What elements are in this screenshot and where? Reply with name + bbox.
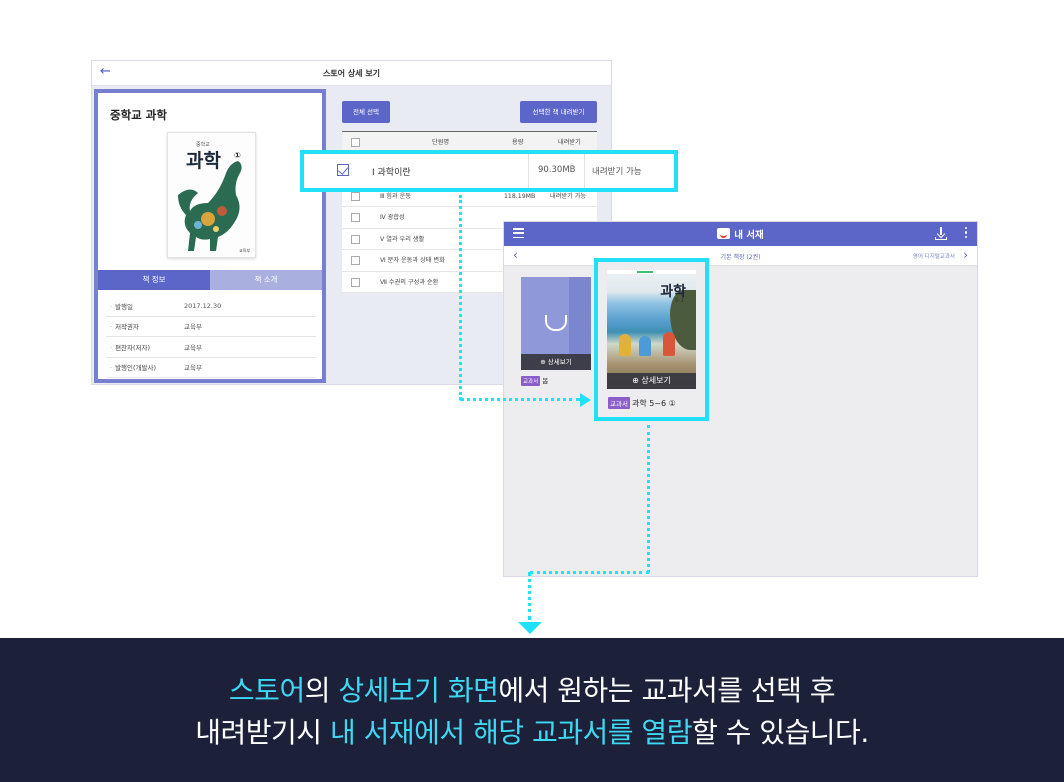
unit-name: Ⅶ 수권의 구성과 순환 — [380, 278, 439, 286]
caption-highlight: 스토어 — [228, 674, 305, 707]
book-caption: 교과서 과학 5~6 ① — [608, 397, 676, 409]
library-header: 내 서재 — [504, 222, 977, 246]
tutorial-stage: ← 스토어 상세 보기 중학교 과학 중학교 과학 ① 교육부 책 정보 책 소… — [0, 0, 1064, 782]
store-header: ← 스토어 상세 보기 — [92, 61, 611, 86]
info-value: 2017.12.30 — [184, 301, 222, 310]
info-row: 저작권자 교육부 — [106, 317, 316, 337]
arrow-right-icon — [580, 393, 591, 407]
unit-name: Ⅳ 광합성 — [380, 214, 405, 221]
caption-text: 에서 원하는 교과서를 선택 후 — [498, 674, 836, 707]
shelf-label: 기본 책장 (2권) — [720, 254, 761, 261]
tab-book-intro[interactable]: 책 소개 — [210, 270, 322, 290]
book-title: 중학교 과학 — [110, 108, 167, 122]
textbook-badge: 교과서 — [608, 397, 630, 409]
arrow-down-icon — [518, 622, 542, 634]
cover-publisher: 교육부 — [238, 248, 250, 253]
info-label: 편찬자(저자) — [106, 342, 184, 352]
row-checkbox[interactable] — [351, 213, 360, 222]
caption-line-2: 내려받기시 내 서재에서 해당 교과서를 열람할 수 있습니다. — [0, 711, 1064, 751]
connector-line — [530, 571, 649, 574]
book-caption: 교과서 봄 — [521, 375, 548, 386]
info-label: 발행인(개발사) — [106, 362, 184, 372]
row-checkbox[interactable] — [351, 234, 360, 244]
info-value: 교육부 — [184, 323, 202, 332]
book-cover-image: 중학교 과학 ① 교육부 — [167, 132, 256, 258]
downloaded-book-highlight[interactable]: 과학 5-1 ⊕ 상세보기 교과서 과학 5~6 ① — [594, 258, 709, 421]
checked-checkbox-icon[interactable] — [337, 164, 349, 176]
unit-name: Ⅴ 열과 우리 생활 — [380, 235, 425, 243]
book-title: 봄 — [542, 377, 549, 385]
library-title-text: 내 서재 — [734, 230, 764, 241]
book-info-list: 발행일 2017.12.30 저작권자 교육부 편찬자(저자) 교육부 발행인(… — [106, 296, 316, 378]
header-checkbox[interactable] — [351, 138, 360, 147]
dinosaur-illustration — [178, 161, 242, 251]
book-spring[interactable]: ⊕ 상세보기 — [521, 277, 591, 370]
library-title: 내 서재 — [504, 227, 977, 241]
next-shelf-icon[interactable]: › — [963, 248, 968, 262]
download-tray-icon — [935, 237, 947, 240]
more-options-icon[interactable] — [965, 227, 968, 240]
row-checkbox[interactable] — [351, 277, 360, 287]
connector-line — [647, 425, 650, 573]
row-checkbox[interactable] — [351, 191, 360, 201]
caption-highlight: 상세보기 화면 — [338, 674, 499, 707]
unit-name: Ⅵ 분자 운동과 상태 변화 — [380, 257, 445, 264]
caption-text: 내려받기시 — [195, 716, 330, 749]
caption-line-1: 스토어의 상세보기 화면에서 원하는 교과서를 선택 후 — [0, 669, 1064, 709]
select-all-button[interactable]: 전체 선택 — [342, 101, 390, 123]
caption-text: 의 — [304, 674, 339, 707]
info-row: 발행인(개발사) 교육부 — [106, 358, 316, 378]
library-logo-icon — [717, 228, 731, 239]
info-row: 발행일 2017.12.30 — [106, 296, 316, 317]
book-tabs: 책 정보 책 소개 — [98, 270, 322, 290]
detail-view-button[interactable]: ⊕ 상세보기 — [521, 354, 591, 370]
english-textbook-link[interactable]: 영어 디지털교과서 — [913, 252, 955, 260]
caption-text: 할 수 있습니다. — [691, 716, 869, 749]
book-info-card: 중학교 과학 중학교 과학 ① 교육부 책 정보 책 소개 · 발행일 2017… — [94, 89, 326, 383]
detail-view-button[interactable]: ⊕ 상세보기 — [607, 373, 696, 389]
info-label: 발행일 — [106, 301, 184, 311]
tab-book-info[interactable]: 책 정보 — [98, 270, 210, 290]
connector-line — [459, 195, 462, 400]
selected-unit-row[interactable]: Ⅰ 과학이란 90.30MB 내려받기 가능 — [300, 150, 678, 192]
unit-size: 90.30MB — [538, 165, 576, 175]
info-value: 교육부 — [184, 364, 202, 373]
connector-line — [460, 398, 580, 401]
unit-name: Ⅰ 과학이란 — [372, 168, 411, 178]
shelf-bar: ‹ 기본 책장 (2권) 영어 디지털교과서 › — [504, 246, 977, 266]
info-label: 저작권자 — [106, 321, 184, 331]
unit-status: 내려받기 가능 — [592, 167, 642, 177]
connector-line — [528, 572, 531, 620]
placeholder-logo-icon — [545, 315, 567, 331]
info-row: 편찬자(저자) 교육부 — [106, 337, 316, 358]
info-value: 교육부 — [184, 343, 202, 352]
caption-banner: 스토어의 상세보기 화면에서 원하는 교과서를 선택 후 내려받기시 내 서재에… — [0, 638, 1064, 782]
row-checkbox[interactable] — [351, 256, 360, 265]
store-title: 스토어 상세 보기 — [322, 69, 381, 78]
science-book-cover[interactable]: 과학 5-1 ⊕ 상세보기 — [607, 270, 696, 389]
download-selected-button[interactable]: 선택한 책 내려받기 — [520, 101, 597, 123]
caption-highlight: 내 서재에서 해당 교과서를 열람 — [329, 716, 692, 749]
textbook-badge: 교과서 — [521, 376, 541, 386]
cover-grade: 5-1 — [675, 298, 684, 304]
book-title: 과학 5~6 ① — [631, 399, 676, 408]
